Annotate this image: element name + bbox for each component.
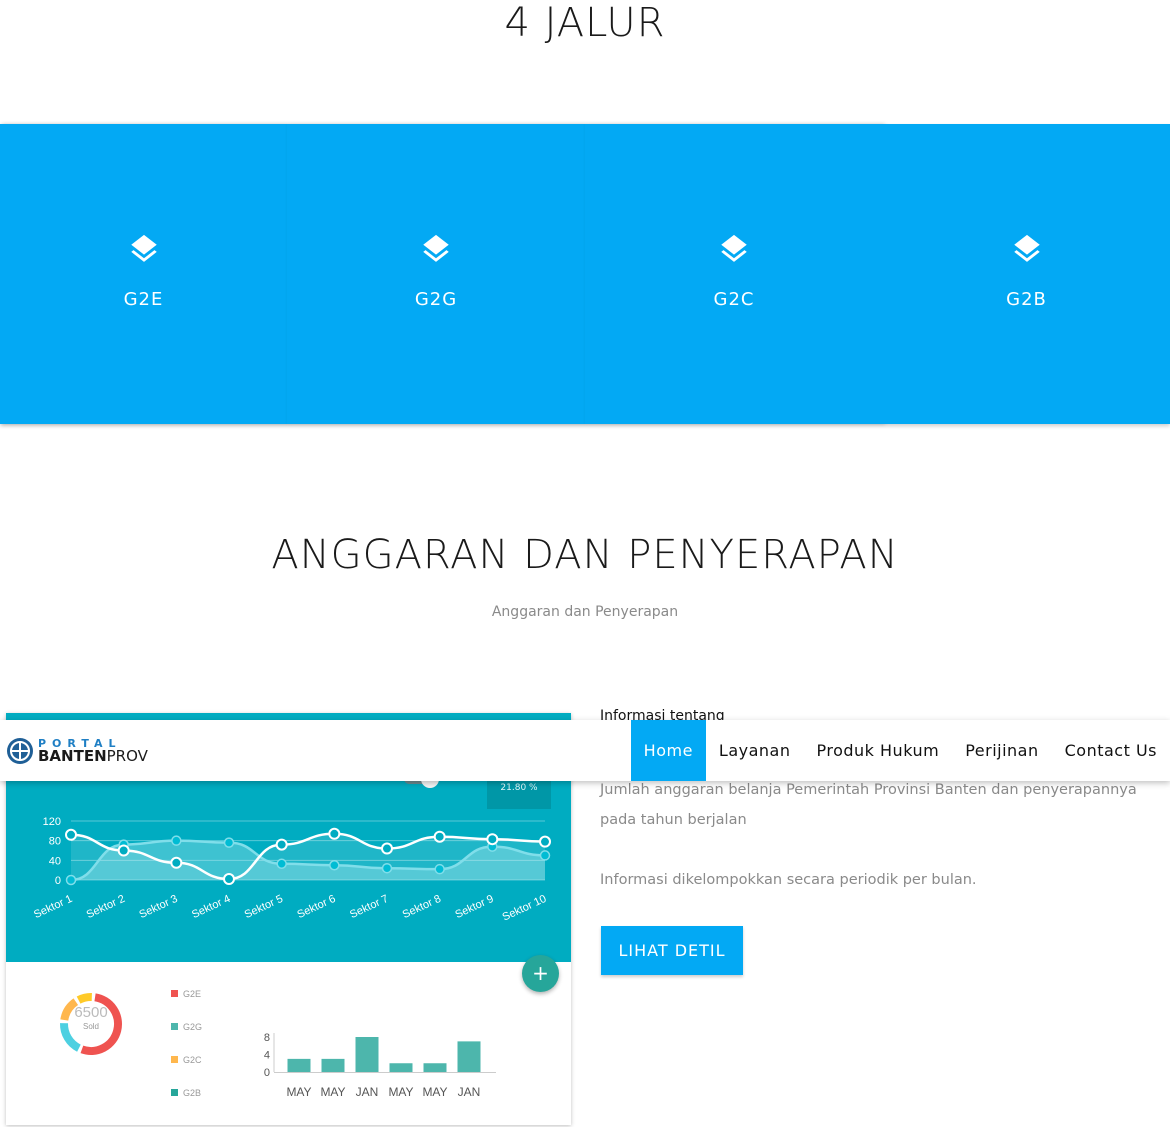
series-point — [171, 835, 182, 846]
banten-logo-icon — [7, 738, 33, 764]
series-point — [275, 838, 288, 851]
series-point — [223, 873, 235, 886]
section-title-anggaran: ANGGARAN DAN PENYERAPAN — [271, 532, 899, 578]
legend: G2E G2G G2C G2B — [171, 989, 202, 1121]
series-point — [381, 842, 393, 855]
logo-banten-bold: BANTEN — [38, 747, 107, 765]
x-tick-label: Sektor 4 — [190, 893, 232, 921]
x-tick-label: Sektor 8 — [401, 893, 443, 921]
series-point — [276, 858, 287, 870]
x-tick-label: MAY — [320, 1085, 345, 1099]
series-point — [65, 828, 77, 841]
x-tick-label: Sektor 2 — [85, 893, 127, 921]
logo-text: PORTAL BANTENPROV — [38, 738, 148, 764]
legend-label: G2C — [183, 1055, 202, 1065]
series-point — [328, 827, 341, 840]
layers-icon — [130, 234, 157, 262]
section-title-4-jalur: 4 JALUR — [504, 0, 666, 46]
jalur-card-g2c[interactable]: G2C — [585, 124, 883, 424]
donut-slice — [76, 993, 92, 1004]
x-tick-label: Sektor 6 — [295, 893, 337, 921]
y-tick-label: 80 — [49, 836, 61, 848]
layers-icon — [423, 234, 449, 262]
donut-label: Sold — [83, 1022, 99, 1031]
x-tick-label: Sektor 1 — [32, 893, 74, 921]
y-tick-label: 120 — [43, 816, 61, 828]
x-tick-label: Sektor 9 — [453, 893, 495, 921]
legend-swatch — [171, 990, 178, 997]
logo-banten-prov: PROV — [106, 747, 148, 765]
jalur-label: G2E — [123, 288, 164, 310]
section-subtitle: Anggaran dan Penyerapan — [491, 604, 679, 620]
legend-item: G2B — [171, 1088, 202, 1121]
bar — [355, 1037, 379, 1072]
logo-banten: BANTENPROV — [38, 749, 148, 764]
legend-item: G2G — [171, 1022, 202, 1055]
x-tick-label: Sektor 10 — [501, 893, 549, 924]
y-tick-label: 40 — [49, 855, 61, 867]
legend-swatch — [171, 1023, 178, 1030]
jalur-label: G2C — [713, 288, 755, 310]
bar — [321, 1058, 345, 1072]
nav-item-contact-us[interactable]: Contact Us — [1052, 720, 1170, 781]
y-tick-label: 0 — [264, 1067, 270, 1079]
x-tick-label: JAN — [356, 1085, 379, 1099]
nav-menu: Home Layanan Produk Hukum Perijinan Cont… — [630, 720, 1170, 781]
add-button[interactable]: + — [522, 955, 559, 992]
series-point — [539, 835, 551, 848]
y-tick-label: 8 — [264, 1032, 270, 1044]
bar-chart: 0 4 8 MAY MAY JAN MAY MAY JAN — [264, 1032, 496, 1099]
donut-value: 6500 — [74, 1004, 107, 1021]
bar — [287, 1058, 311, 1072]
x-tick-label: MAY — [388, 1085, 413, 1099]
series-point — [539, 850, 551, 861]
layers-icon — [721, 234, 747, 262]
donut-chart: 6500 Sold — [60, 993, 122, 1055]
jalur-card-g2b[interactable]: G2B — [883, 124, 1170, 424]
x-tick-label: MAY — [422, 1085, 447, 1099]
layers-icon — [1013, 234, 1040, 262]
bar — [457, 1041, 481, 1072]
legend-item: G2E — [171, 989, 202, 1022]
nav-item-home[interactable]: Home — [630, 720, 706, 781]
jalur-label: G2G — [414, 288, 458, 310]
navbar: PORTAL BANTENPROV Home Layanan Produk Hu… — [0, 720, 1170, 781]
series-point — [434, 863, 445, 875]
series-point — [433, 830, 446, 843]
logo[interactable]: PORTAL BANTENPROV — [6, 736, 148, 766]
series-point — [329, 860, 340, 871]
jalur-card-g2g[interactable]: G2G — [287, 124, 585, 424]
series-point — [65, 874, 77, 886]
x-tick-label: Sektor 5 — [243, 893, 285, 921]
bar — [423, 1063, 447, 1072]
series-point — [223, 837, 235, 848]
jalur-row: G2E G2G G2C G2B — [0, 124, 1170, 424]
info-paragraph-2: Informasi dikelompokkan secara periodik … — [600, 872, 977, 888]
jalur-label: G2B — [1006, 288, 1047, 310]
x-tick-label: MAY — [286, 1085, 311, 1099]
legend-item: G2C — [171, 1055, 202, 1088]
series-point — [170, 856, 183, 869]
series-point — [486, 833, 499, 846]
donut-slice — [60, 1023, 81, 1052]
info-paragraph-1: Jumlah anggaran belanja Pemerintah Provi… — [600, 782, 1137, 828]
x-tick-label: Sektor 3 — [137, 893, 179, 921]
y-tick-label: 4 — [264, 1050, 270, 1062]
jalur-card-g2e[interactable]: G2E — [0, 124, 287, 424]
series-point — [381, 862, 393, 874]
nav-item-produk-hukum[interactable]: Produk Hukum — [803, 720, 952, 781]
y-tick-label: 0 — [55, 875, 61, 887]
nav-item-perijinan[interactable]: Perijinan — [952, 720, 1051, 781]
legend-label: G2B — [183, 1088, 202, 1098]
x-tick-label: Sektor 7 — [348, 893, 390, 921]
series-point — [117, 844, 130, 857]
legend-swatch — [171, 1089, 178, 1096]
bar — [389, 1063, 413, 1072]
x-tick-label: JAN — [458, 1085, 481, 1099]
lihat-detil-button[interactable]: LIHAT DETIL — [601, 926, 743, 975]
legend-label: G2E — [183, 989, 202, 999]
legend-label: G2G — [183, 1022, 203, 1032]
nav-item-layanan[interactable]: Layanan — [706, 720, 804, 781]
legend-swatch — [171, 1056, 178, 1063]
